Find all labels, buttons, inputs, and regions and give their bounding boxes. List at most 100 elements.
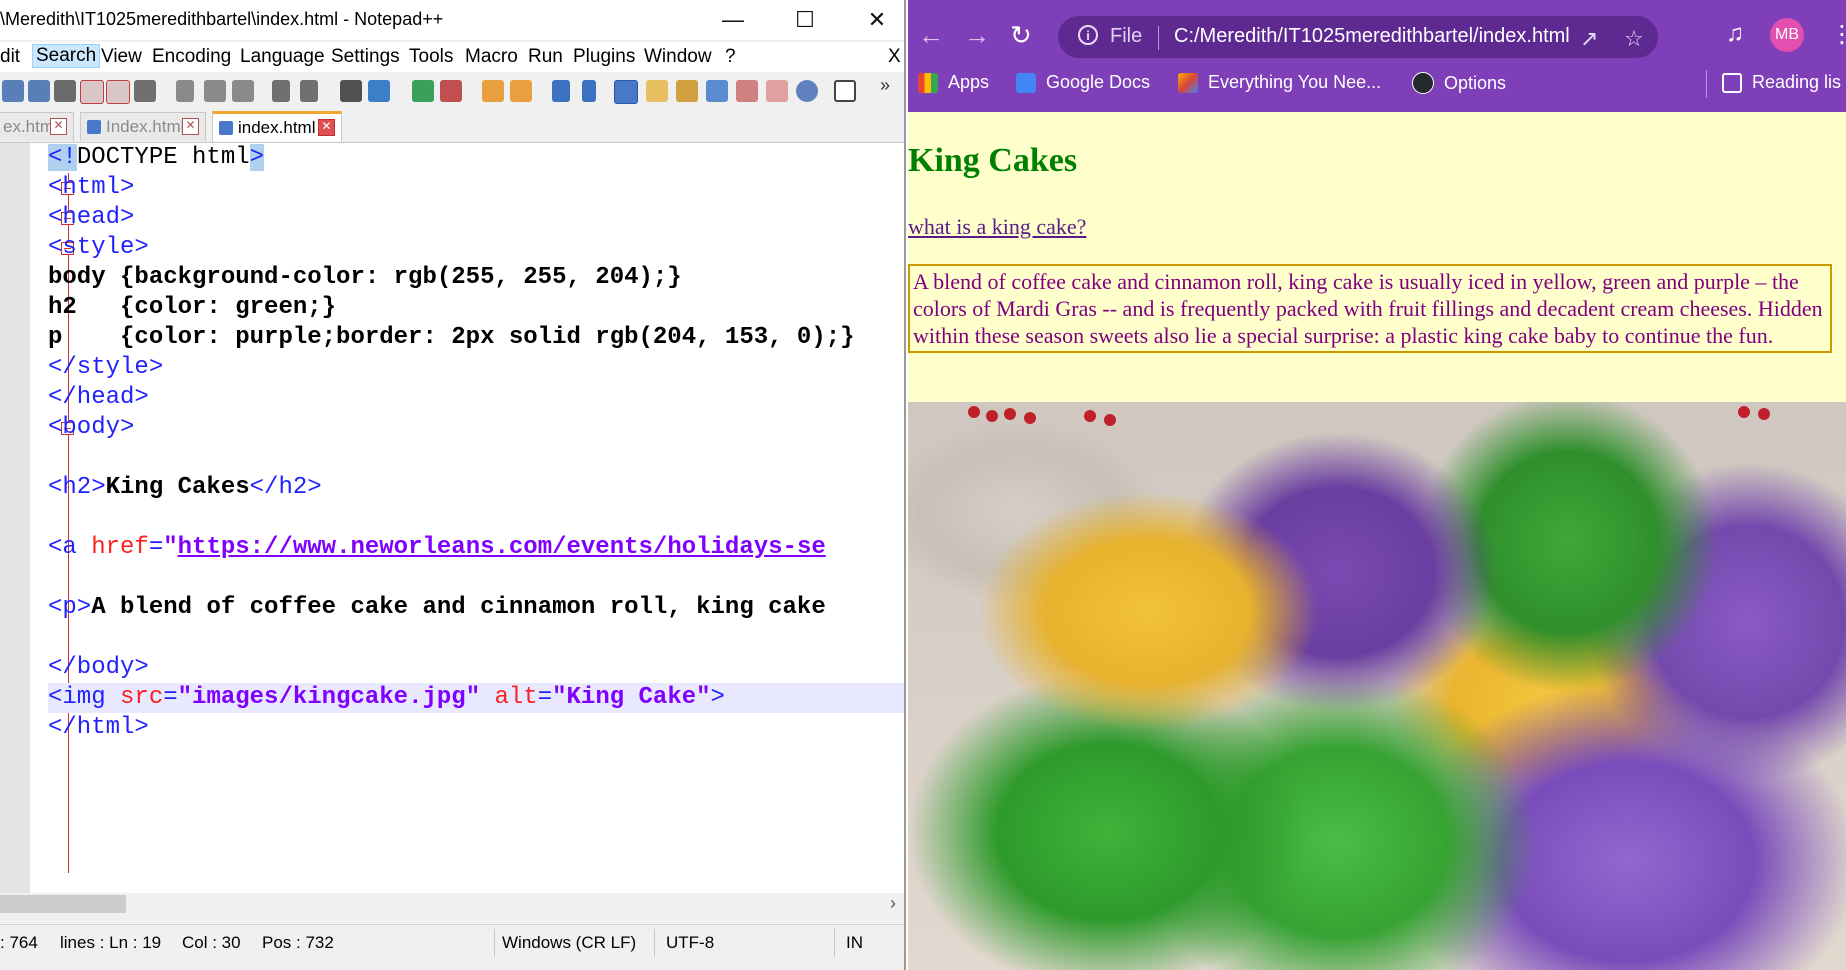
menu-window[interactable]: Window [644, 46, 712, 68]
menu-plugins[interactable]: Plugins [573, 46, 635, 68]
everything-site-icon [1178, 72, 1198, 93]
menu-settings[interactable]: Settings [331, 46, 400, 68]
scrollbar-thumb[interactable] [0, 895, 126, 913]
menu-search[interactable]: Search [32, 44, 101, 68]
bookmark-everything[interactable]: Everything You Nee... [1178, 72, 1381, 93]
cut-icon[interactable] [176, 80, 194, 102]
line-number-margin [0, 143, 30, 893]
copy-icon[interactable] [204, 80, 226, 102]
bead [1758, 408, 1770, 420]
media-controls-icon[interactable]: ♫ [1726, 20, 1744, 48]
notepadpp-window: \Meredith\IT1025meredithbartel\index.htm… [0, 0, 906, 970]
find-icon[interactable] [340, 80, 362, 102]
back-arrow-icon[interactable]: ← [918, 20, 944, 51]
menu-tools[interactable]: Tools [409, 46, 453, 68]
function-list-icon[interactable] [736, 80, 758, 102]
sync-horizontal-icon[interactable] [510, 80, 532, 102]
info-icon[interactable]: i [1078, 25, 1098, 45]
title-bar: \Meredith\IT1025meredithbartel\index.htm… [0, 0, 904, 40]
close-all-icon[interactable] [106, 80, 130, 104]
replace-icon[interactable] [368, 80, 390, 102]
doc-map-icon[interactable] [676, 80, 698, 102]
lang-udl-icon[interactable] [646, 80, 668, 102]
status-eol: Windows (CR LF) [502, 933, 637, 952]
reload-icon[interactable]: ↻ [1010, 20, 1032, 51]
file-saved-icon [219, 121, 233, 135]
zoom-in-icon[interactable] [412, 80, 434, 102]
menu-macro[interactable]: Macro [465, 46, 518, 68]
address-bar[interactable]: i File C:/Meredith/IT1025meredithbartel/… [1058, 16, 1658, 58]
king-cake-link[interactable]: what is a king cake? [908, 214, 1086, 240]
close-window-button[interactable]: ✕ [841, 0, 904, 40]
bookmark-apps[interactable]: Apps [918, 72, 989, 93]
avatar[interactable]: MB [1770, 18, 1804, 52]
status-position: lines : Ln : 19 [60, 933, 162, 952]
record-macro-icon[interactable] [834, 80, 856, 102]
menu-language[interactable]: Language [240, 46, 325, 68]
fold-margin [30, 143, 74, 893]
code-line: <p>A blend of coffee cake and cinnamon r… [48, 593, 904, 623]
bead [1024, 412, 1036, 424]
google-docs-icon [1016, 72, 1036, 93]
description-paragraph: A blend of coffee cake and cinnamon roll… [908, 264, 1832, 353]
indent-guide-icon[interactable] [614, 80, 638, 104]
menu-view[interactable]: View [101, 46, 142, 68]
tab-close-icon[interactable]: ✕ [318, 119, 335, 136]
menu-bar: dit Search View Encoding Language Settin… [0, 42, 904, 72]
bookmark-options[interactable]: Options [1412, 72, 1506, 94]
sync-vertical-icon[interactable] [482, 80, 504, 102]
code-line-current: <img src="images/kingcake.jpg" alt="King… [48, 683, 904, 713]
undo-icon[interactable] [272, 80, 290, 102]
share-icon[interactable]: ↗ [1580, 26, 1598, 52]
horizontal-scrollbar[interactable]: › [0, 893, 904, 915]
more-menu-icon[interactable]: ⋮ [1830, 20, 1846, 49]
print-icon[interactable] [134, 80, 156, 102]
save-icon[interactable] [2, 80, 24, 102]
address-divider [1158, 26, 1159, 50]
bookmark-reading-list[interactable]: Reading lis [1722, 72, 1841, 93]
bookmark-google-docs[interactable]: Google Docs [1016, 72, 1150, 93]
menu-run[interactable]: Run [528, 46, 563, 68]
toolbar-overflow-icon[interactable]: » [880, 75, 902, 97]
save-all-icon[interactable] [28, 80, 50, 102]
bead [986, 410, 998, 422]
maximize-button[interactable]: ☐ [769, 0, 841, 40]
chrome-window: ← → ↻ i File C:/Meredith/IT1025meredithb… [908, 0, 1846, 970]
redo-icon[interactable] [300, 80, 318, 102]
doc-list-icon[interactable] [706, 80, 728, 102]
tab-ex-html[interactable]: ex.html ✕ [0, 112, 74, 141]
code-text[interactable]: <!DOCTYPE html> <html> <head> <style> bo… [48, 143, 904, 893]
save-multi-icon[interactable] [54, 80, 76, 102]
code-token: </h2> [249, 474, 322, 501]
monitoring-icon[interactable] [796, 80, 818, 102]
tab-index-html-active[interactable]: index.html ✕ [212, 111, 342, 142]
code-line: <head> [48, 204, 135, 231]
code-token: <p> [48, 594, 92, 621]
status-divider [654, 929, 655, 957]
code-line: <!DOCTYPE html> [48, 143, 904, 173]
menu-close-doc[interactable]: X [888, 46, 901, 68]
url-text[interactable]: C:/Meredith/IT1025meredithbartel/index.h… [1174, 25, 1570, 48]
word-wrap-icon[interactable] [552, 80, 570, 102]
menu-edit[interactable]: dit [0, 46, 20, 68]
minimize-button[interactable]: — [697, 0, 769, 40]
tab-close-icon[interactable]: ✕ [182, 118, 199, 135]
code-line: <a href="https://www.neworleans.com/even… [48, 533, 904, 563]
tab-close-icon[interactable]: ✕ [50, 118, 67, 135]
forward-arrow-icon[interactable]: → [964, 20, 990, 51]
status-column: Col : 30 [182, 933, 241, 952]
bookmark-label: Options [1444, 72, 1507, 93]
tab-index-html-inactive[interactable]: Index.html ✕ [80, 112, 206, 141]
scroll-right-icon[interactable]: › [890, 893, 896, 914]
close-file-icon[interactable] [80, 80, 104, 104]
code-token: "King Cake" [552, 684, 711, 711]
folder-workspace-icon[interactable] [766, 80, 788, 102]
code-editor[interactable]: <!DOCTYPE html> <html> <head> <style> bo… [0, 143, 904, 893]
menu-encoding[interactable]: Encoding [152, 46, 231, 68]
menu-help[interactable]: ? [725, 46, 736, 68]
paste-icon[interactable] [232, 80, 254, 102]
bookmark-star-icon[interactable]: ☆ [1624, 26, 1644, 52]
zoom-out-icon[interactable] [440, 80, 462, 102]
show-all-chars-icon[interactable] [582, 80, 596, 102]
